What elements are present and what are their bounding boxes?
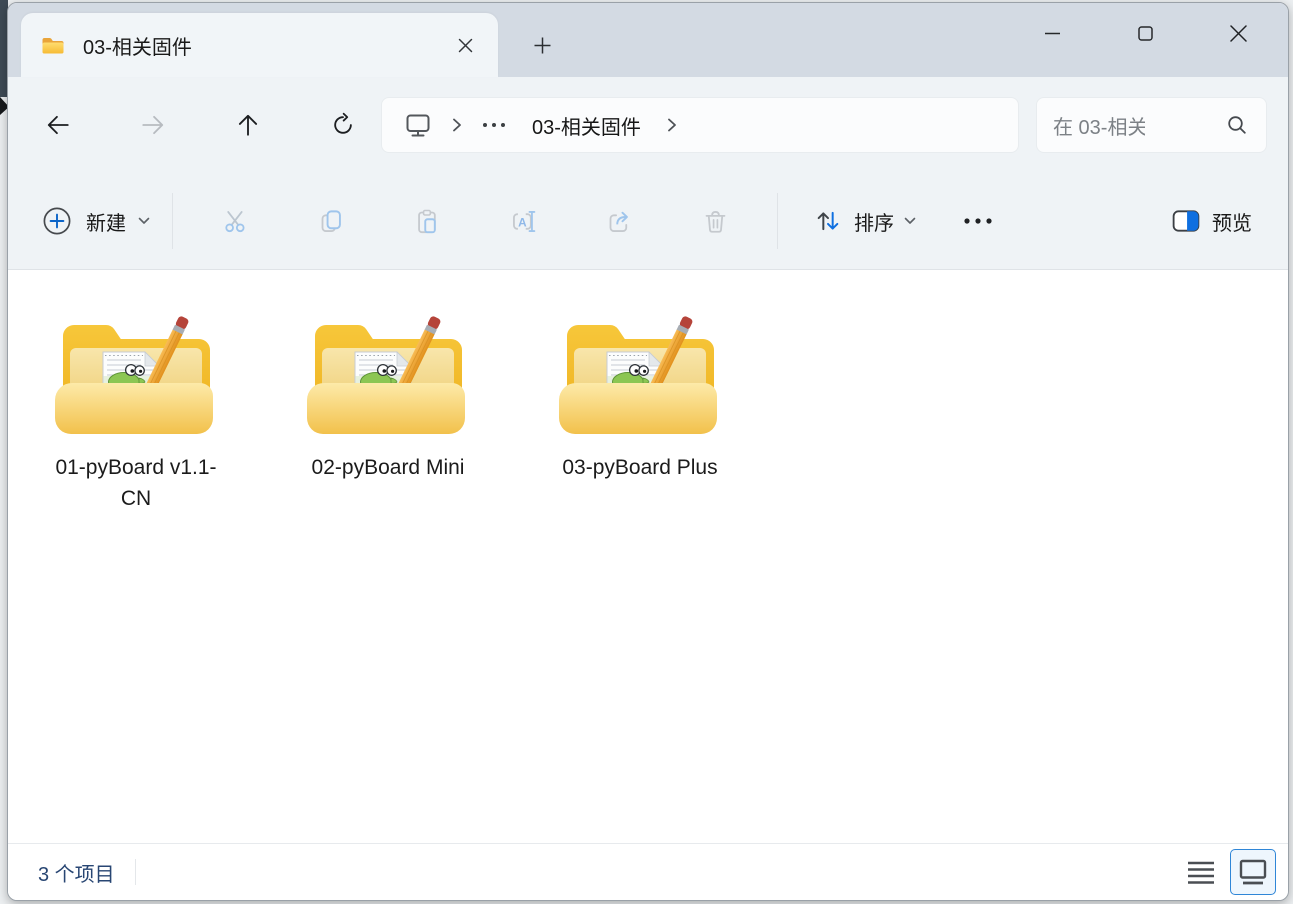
arrow-up-icon	[235, 112, 261, 138]
window-close-button[interactable]	[1215, 10, 1261, 56]
breadcrumb-ellipsis-button[interactable]	[482, 122, 506, 128]
preview-toggle-button[interactable]: 预览	[1160, 193, 1264, 249]
svg-text:A: A	[518, 215, 527, 229]
see-more-button[interactable]	[952, 197, 1004, 245]
breadcrumb-current-folder[interactable]: 03-相关固件	[532, 111, 641, 140]
new-button-label: 新建	[86, 207, 126, 236]
address-bar[interactable]: 03-相关固件	[381, 97, 1019, 153]
details-view-button[interactable]	[1178, 849, 1224, 895]
item-count: 3 个项目	[38, 858, 115, 887]
large-icons-view-icon	[1239, 859, 1267, 885]
title-bar: 03-相关固件	[8, 3, 1288, 77]
folder-item[interactable]: 01-pyBoard v1.1-CN	[18, 308, 254, 514]
sort-icon	[814, 207, 842, 235]
toolbar-divider	[777, 193, 778, 249]
status-divider	[135, 859, 136, 885]
refresh-icon	[330, 112, 356, 138]
rename-icon: A	[510, 208, 537, 235]
cut-button[interactable]	[211, 197, 259, 245]
up-button[interactable]	[224, 101, 272, 149]
search-icon	[1226, 114, 1248, 136]
share-button[interactable]	[595, 197, 643, 245]
file-explorer-window: 03-相关固件	[7, 2, 1289, 901]
tab-title: 03-相关固件	[83, 31, 446, 60]
preview-toggle-label: 预览	[1212, 207, 1252, 236]
folder-item-label: 03-pyBoard Plus	[562, 452, 717, 483]
new-tab-button[interactable]	[520, 23, 564, 67]
folder-item-label: 01-pyBoard v1.1-CN	[48, 452, 224, 514]
sort-button[interactable]: 排序	[804, 193, 926, 249]
close-icon	[1230, 25, 1247, 42]
refresh-button[interactable]	[319, 101, 367, 149]
minimize-button[interactable]	[1029, 10, 1075, 56]
toolbar-divider	[172, 193, 173, 249]
trash-icon	[702, 208, 729, 235]
maximize-button[interactable]	[1122, 10, 1168, 56]
file-area[interactable]: 01-pyBoard v1.1-CN 02-pyBoard Mini 03-py…	[8, 270, 1288, 843]
cut-icon	[222, 208, 249, 235]
search-box[interactable]: 在 03-相关	[1036, 97, 1267, 153]
breadcrumb-chevron-icon[interactable]	[667, 117, 677, 133]
breadcrumb-chevron-icon[interactable]	[452, 117, 462, 133]
plus-icon	[534, 37, 551, 54]
folder-item[interactable]: 02-pyBoard Mini	[270, 308, 506, 483]
tab-close-button[interactable]	[446, 26, 484, 64]
paste-icon	[414, 208, 441, 235]
paste-button[interactable]	[403, 197, 451, 245]
caption-controls	[1029, 3, 1288, 63]
chevron-down-icon	[138, 217, 150, 225]
minimize-icon	[1045, 32, 1060, 35]
python-folder-icon	[555, 308, 725, 444]
forward-button[interactable]	[129, 101, 177, 149]
explorer-tab[interactable]: 03-相关固件	[21, 13, 498, 77]
search-placeholder: 在 03-相关	[1053, 111, 1145, 140]
this-pc-icon[interactable]	[404, 112, 432, 138]
close-icon	[458, 38, 473, 53]
share-icon	[606, 208, 633, 235]
folder-item[interactable]: 03-pyBoard Plus	[522, 308, 758, 483]
chevron-down-icon	[904, 217, 916, 225]
back-button[interactable]	[34, 101, 82, 149]
rename-button[interactable]: A	[499, 197, 547, 245]
python-folder-icon	[51, 308, 221, 444]
details-view-icon	[1187, 861, 1215, 884]
delete-button[interactable]	[691, 197, 739, 245]
copy-button[interactable]	[307, 197, 355, 245]
command-bar: 新建	[8, 173, 1288, 270]
new-button[interactable]: 新建	[34, 193, 158, 249]
navigation-bar: 03-相关固件 在 03-相关	[8, 77, 1288, 173]
ellipsis-icon	[963, 217, 993, 225]
tab-folder-icon	[41, 35, 65, 55]
arrow-right-icon	[140, 112, 166, 138]
arrow-left-icon	[45, 112, 71, 138]
status-bar: 3 个项目	[8, 843, 1288, 900]
plus-circle-icon	[42, 206, 72, 236]
preview-pane-icon	[1172, 209, 1200, 233]
folder-item-label: 02-pyBoard Mini	[312, 452, 465, 483]
copy-icon	[318, 208, 345, 235]
sort-button-label: 排序	[854, 207, 894, 236]
maximize-icon	[1138, 26, 1153, 41]
python-folder-icon	[303, 308, 473, 444]
large-icons-view-button[interactable]	[1230, 849, 1276, 895]
